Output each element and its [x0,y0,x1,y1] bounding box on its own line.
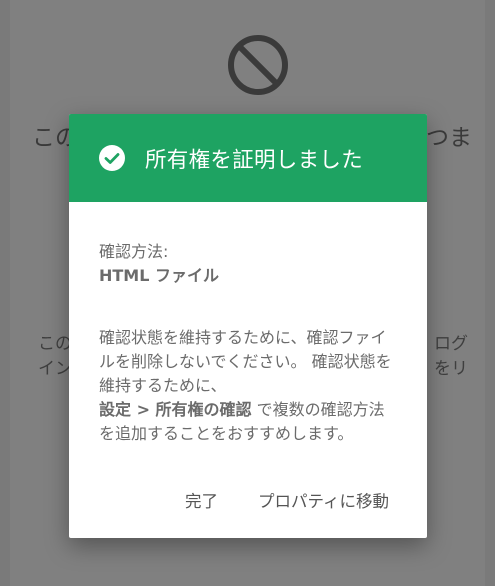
dialog-header: 所有権を証明しました [69,114,427,202]
background-title-right: つま [426,125,472,151]
dialog-description: 確認状態を維持するために、確認ファイルを削除しないでください。 確認状態を維持す… [99,326,399,446]
background-body-row1-left: この [38,334,72,354]
check-circle-icon [99,145,125,171]
description-text-1: 確認状態を維持するために、確認ファイルを削除しないでください。 確認状態を維持す… [99,328,392,395]
background-body-row2-right: をリ [434,359,468,379]
dialog-content: 確認方法: HTML ファイル 確認状態を維持するために、確認ファイルを削除しな… [69,202,427,446]
blocked-icon [228,35,288,95]
dialog-title: 所有権を証明しました [145,147,364,173]
settings-path-text: 設定 > 所有権の確認 [99,400,252,419]
dialog-actions: 完了 プロパティに移動 [69,488,427,512]
background-body-row1-right: ログ [434,334,468,354]
background-body-row2-left: イン [38,359,72,379]
verification-method-label: 確認方法: [99,242,169,261]
done-button[interactable]: 完了 [185,488,218,512]
verification-method-value: HTML ファイル [99,266,219,285]
ownership-verified-dialog: 所有権を証明しました 確認方法: HTML ファイル 確認状態を維持するために、… [69,114,427,538]
go-to-property-button[interactable]: プロパティに移動 [258,488,389,512]
